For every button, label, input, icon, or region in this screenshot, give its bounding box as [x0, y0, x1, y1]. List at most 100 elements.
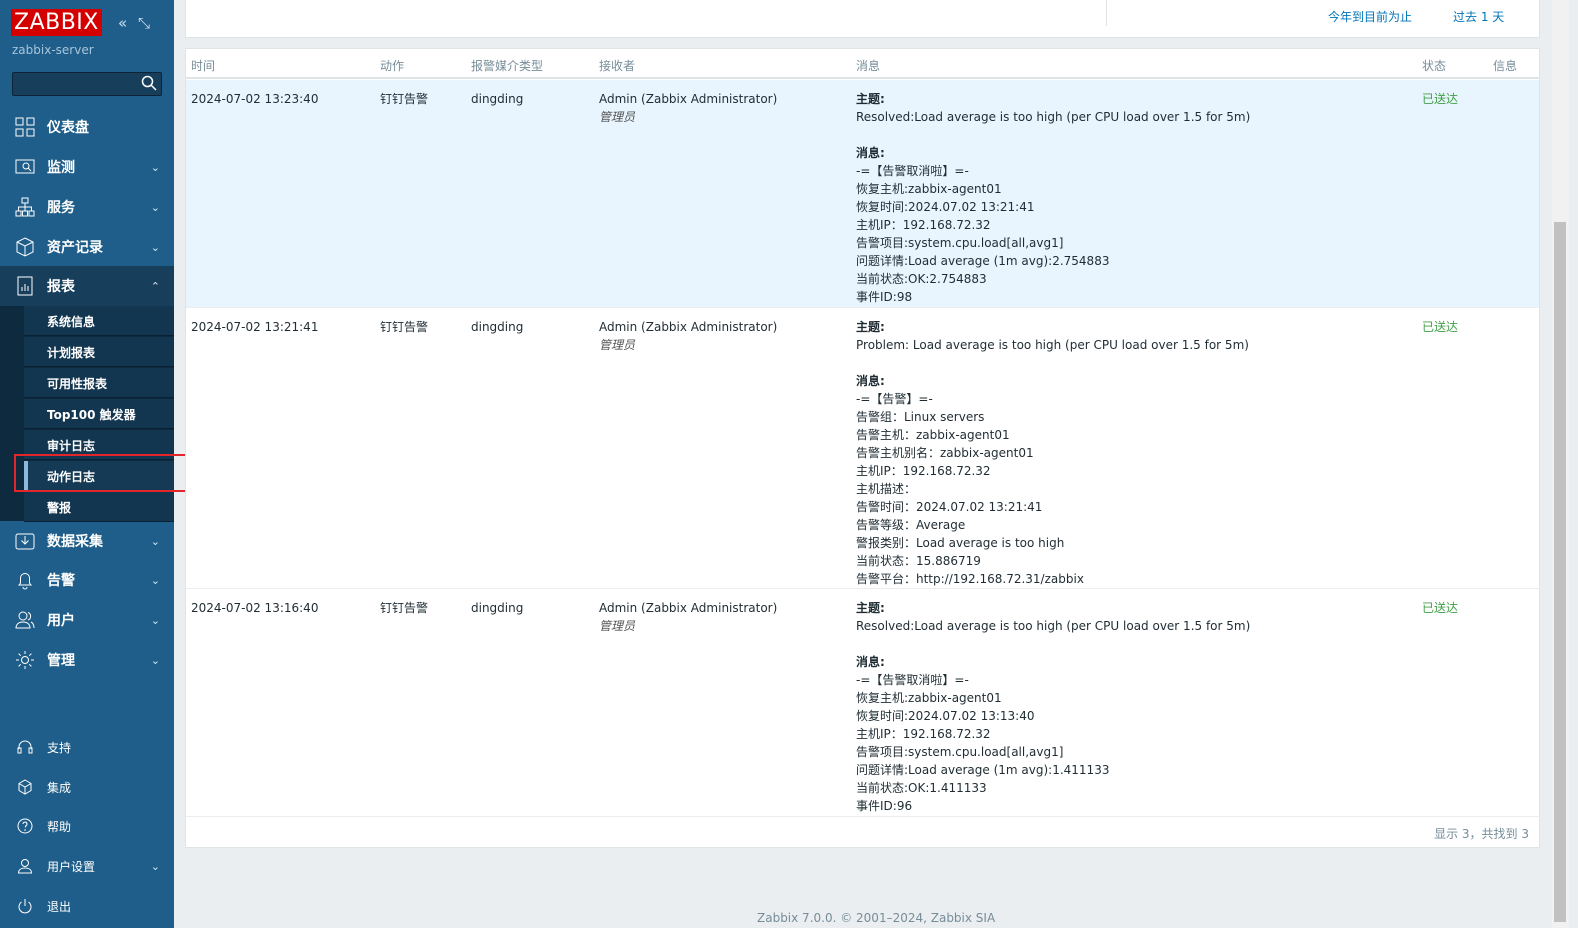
bell-icon — [18, 573, 32, 590]
nav-sign-out[interactable]: 退出 — [0, 886, 174, 926]
row-time: 2024-07-02 13:23:40 — [191, 92, 319, 106]
search-icon[interactable] — [141, 75, 157, 91]
result-count: 显示 3，共找到 3 — [1434, 827, 1529, 841]
subject-text: Resolved:Load average is too high (per C… — [856, 110, 1251, 124]
row-message: 主题: Problem: Load average is too high (p… — [856, 318, 1249, 588]
reports-icon — [17, 276, 33, 296]
nav-label: 报表 — [47, 279, 75, 295]
nav-label: 资产记录 — [47, 240, 103, 256]
message-line: 主机IP：192.168.72.32 — [856, 727, 991, 741]
submenu-notifications[interactable]: 警报 — [24, 492, 174, 522]
recipient-role: 管理员 — [599, 338, 636, 352]
nav-label: 退出 — [47, 899, 72, 914]
inventory-icon — [16, 237, 34, 257]
recipient-name: Admin (Zabbix Administrator) — [599, 320, 778, 334]
chevron-down-icon: ⌄ — [150, 534, 160, 548]
highlight-annotation — [14, 454, 196, 492]
nav-services[interactable]: 服务 ⌄ — [0, 187, 174, 227]
subject-label: 主题: — [856, 601, 885, 615]
chevron-up-icon: ⌃ — [150, 279, 160, 293]
message-line: 警报类别：Load average is too high — [856, 536, 1065, 550]
nav-reports[interactable]: 报表 ⌃ — [0, 266, 174, 306]
recipient-role: 管理员 — [599, 619, 636, 633]
status-badge: 已送达 — [1422, 92, 1459, 106]
power-icon — [18, 899, 32, 914]
table-row: 2024-07-02 13:21:41 钉钉告警 dingding Admin … — [186, 308, 1539, 589]
nav-user-settings[interactable]: 用户设置 ⌄ — [0, 846, 174, 886]
subject-text: Resolved:Load average is too high (per C… — [856, 619, 1251, 633]
message-line: 主机IP：192.168.72.32 — [856, 464, 991, 478]
submenu-system-info[interactable]: 系统信息 — [24, 306, 174, 336]
kiosk-mode-icon[interactable]: ⤡ — [138, 14, 150, 32]
collapse-sidebar-icon[interactable]: « — [118, 14, 127, 32]
recipient-name: Admin (Zabbix Administrator) — [599, 92, 778, 106]
nav-integrations[interactable]: 集成 — [0, 767, 174, 807]
page-scrollbar[interactable] — [1552, 0, 1569, 928]
message-line: 问题详情:Load average (1m avg):2.754883 — [856, 254, 1110, 268]
status-badge: 已送达 — [1422, 320, 1459, 334]
nav-dashboard[interactable]: 仪表盘 — [0, 107, 174, 147]
headset-icon — [17, 740, 33, 754]
message-line: 事件ID:96 — [856, 799, 913, 813]
column-header-recipient: 接收者 — [599, 59, 636, 73]
row-media-type: dingding — [471, 320, 524, 334]
submenu-scheduled-reports[interactable]: 计划报表 — [24, 337, 174, 367]
message-line: 主机描述： — [856, 482, 917, 496]
message-line: 当前状态：15.886719 — [856, 554, 981, 568]
recipient-role: 管理员 — [599, 110, 636, 124]
row-action: 钉钉告警 — [380, 601, 429, 615]
nav-data-collection[interactable]: 数据采集 ⌄ — [0, 521, 174, 561]
help-icon — [17, 818, 33, 834]
scrollbar-thumb[interactable] — [1554, 222, 1566, 922]
server-name: zabbix-server — [12, 43, 94, 57]
chevron-down-icon: ⌄ — [150, 160, 160, 174]
time-filter-year-to-date[interactable]: 今年到目前为止 — [1328, 8, 1412, 25]
subject-text: Problem: Load average is too high (per C… — [856, 338, 1249, 352]
recipient-name: Admin (Zabbix Administrator) — [599, 601, 778, 615]
subject-label: 主题: — [856, 320, 885, 334]
message-line: 告警组：Linux servers — [856, 410, 985, 424]
nav-label: 告警 — [47, 573, 75, 589]
message-line: 告警项目:system.cpu.load[all,avg1] — [856, 745, 1064, 759]
divider — [1106, 0, 1107, 26]
nav-administration[interactable]: 管理 ⌄ — [0, 640, 174, 680]
submenu-label: 警报 — [47, 501, 72, 515]
subject-label: 主题: — [856, 92, 885, 106]
dashboard-icon — [15, 117, 35, 137]
sidebar: ZABBIX « ⤡ zabbix-server 仪表盘 监测 ⌄ 服务 ⌄ 资… — [0, 0, 196, 928]
nav-monitoring[interactable]: 监测 ⌄ — [0, 147, 174, 187]
row-recipient: Admin (Zabbix Administrator) 管理员 — [599, 90, 777, 126]
message-line: 告警项目:system.cpu.load[all,avg1] — [856, 236, 1064, 250]
column-header-time[interactable]: 时间 — [191, 57, 215, 74]
row-recipient: Admin (Zabbix Administrator) 管理员 — [599, 599, 777, 635]
row-message: 主题: Resolved:Load average is too high (p… — [856, 90, 1250, 306]
nav-label: 用户 — [47, 613, 75, 629]
message-line: 恢复时间:2024.07.02 13:21:41 — [856, 200, 1035, 214]
message-label: 消息: — [856, 146, 885, 160]
gear-icon — [16, 651, 34, 669]
nav-label: 集成 — [47, 780, 72, 795]
message-line: -=【告警取消啦】=- — [856, 673, 969, 687]
row-time: 2024-07-02 13:16:40 — [191, 601, 319, 615]
column-header-info: 信息 — [1493, 59, 1518, 73]
nav-users[interactable]: 用户 ⌄ — [0, 600, 174, 640]
nav-alerts[interactable]: 告警 ⌄ — [0, 560, 174, 600]
submenu-availability-report[interactable]: 可用性报表 — [24, 368, 174, 398]
zabbix-logo[interactable]: ZABBIX — [11, 9, 102, 36]
time-filter-last-1-day[interactable]: 过去 1 天 — [1453, 8, 1504, 25]
chevron-down-icon: ⌄ — [150, 859, 160, 873]
message-line: 当前状态:OK:2.754883 — [856, 272, 987, 286]
nav-inventory[interactable]: 资产记录 ⌄ — [0, 227, 174, 267]
integrations-icon — [18, 779, 32, 795]
message-line: 事件ID:98 — [856, 290, 913, 304]
chevron-down-icon: ⌄ — [150, 573, 160, 587]
table-header: 时间 动作 报警媒介类型 接收者 消息 状态 信息 — [186, 49, 1539, 79]
row-action: 钉钉告警 — [380, 320, 429, 334]
nav-support[interactable]: 支持 — [0, 727, 174, 767]
nav-label: 仪表盘 — [47, 120, 89, 136]
submenu-top100-triggers[interactable]: Top100 触发器 — [24, 399, 174, 429]
nav-help[interactable]: 帮助 — [0, 806, 174, 846]
search-input[interactable] — [12, 72, 162, 96]
nav-label: 数据采集 — [47, 534, 103, 550]
message-line: -=【告警取消啦】=- — [856, 164, 969, 178]
